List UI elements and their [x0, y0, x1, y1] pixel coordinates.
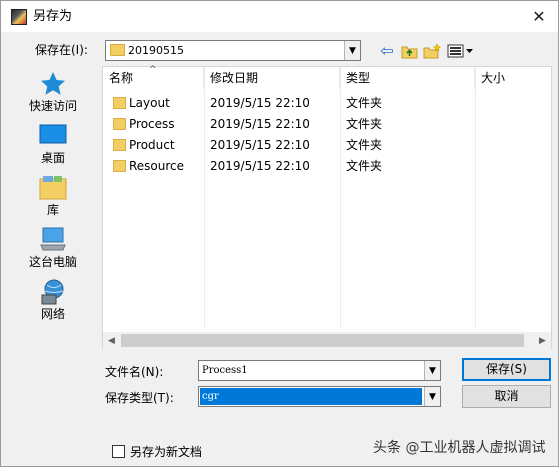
table-row[interactable]: Product 2019/5/15 22:10 文件夹 — [103, 135, 553, 156]
cancel-button[interactable]: 取消 — [462, 385, 551, 408]
place-label: 快速访问 — [28, 99, 77, 113]
up-folder-button[interactable] — [399, 41, 419, 61]
column-header-type[interactable]: 类型 — [340, 67, 475, 89]
place-this-pc[interactable]: 这台电脑 — [21, 223, 85, 273]
table-row[interactable]: Resource 2019/5/15 22:10 文件夹 — [103, 156, 553, 177]
folder-icon — [113, 160, 126, 172]
file-name: Resource — [129, 159, 185, 173]
place-network[interactable]: 网络 — [21, 275, 85, 325]
filename-input[interactable]: Process1 ▼ — [198, 360, 441, 381]
save-button[interactable]: 保存(S) — [462, 358, 551, 381]
filetype-value: cgr — [202, 391, 219, 402]
back-arrow-icon: ⇦ — [380, 41, 394, 60]
scroll-right-icon[interactable]: ▶ — [534, 332, 551, 349]
up-folder-icon — [401, 46, 417, 58]
place-quick-access[interactable]: 快速访问 — [21, 67, 85, 117]
folder-icon — [113, 139, 126, 151]
file-name: Product — [129, 138, 175, 152]
chevron-down-icon[interactable]: ▼ — [424, 387, 440, 406]
scrollbar-thumb[interactable] — [121, 334, 524, 347]
file-type: 文件夹 — [346, 117, 383, 131]
savein-value: 20190515 — [128, 44, 184, 57]
place-desktop[interactable]: 桌面 — [21, 119, 85, 169]
filename-value: Process1 — [202, 365, 248, 376]
file-modified: 2019/5/15 22:10 — [210, 96, 310, 110]
column-label: 类型 — [346, 71, 371, 85]
chevron-down-icon[interactable]: ▼ — [344, 41, 360, 60]
column-label: 名称 — [109, 71, 134, 85]
star-icon — [41, 72, 65, 95]
new-folder-button[interactable] — [422, 41, 442, 61]
file-modified: 2019/5/15 22:10 — [210, 138, 310, 152]
filename-label: 文件名(N): — [105, 365, 164, 379]
column-header-modified[interactable]: 修改日期 — [204, 67, 340, 89]
file-type: 文件夹 — [346, 159, 383, 173]
place-libraries[interactable]: 库 — [21, 171, 85, 221]
column-header-size[interactable]: 大小 — [475, 67, 551, 89]
filetype-select[interactable]: cgr ▼ — [198, 386, 441, 407]
network-icon — [41, 279, 64, 305]
library-icon — [39, 176, 67, 200]
folder-icon — [113, 118, 126, 130]
dialog-title: 另存为 — [33, 9, 73, 24]
computer-icon — [40, 227, 66, 251]
view-menu-button[interactable] — [446, 41, 476, 61]
savein-label: 保存在(I): — [35, 43, 88, 57]
file-type: 文件夹 — [346, 138, 383, 152]
title-bar: 另存为 ✕ — [1, 1, 558, 32]
file-list[interactable]: ^ 名称 修改日期 类型 大小 Layout 2019/5/15 22:10 文… — [102, 65, 553, 349]
save-as-new-label: 另存为新文档 — [130, 445, 203, 459]
scroll-left-icon[interactable]: ◀ — [103, 332, 120, 349]
horizontal-scrollbar[interactable]: ◀ ▶ — [103, 332, 551, 349]
file-name: Layout — [129, 96, 170, 110]
column-header-name[interactable]: ^ 名称 — [103, 65, 204, 89]
filetype-label: 保存类型(T): — [105, 391, 174, 405]
back-button[interactable]: ⇦ — [377, 41, 397, 61]
selection-highlight — [200, 388, 422, 405]
file-name: Process — [129, 117, 175, 131]
close-button[interactable]: ✕ — [526, 4, 552, 28]
close-icon: ✕ — [532, 6, 546, 26]
place-label: 这台电脑 — [28, 255, 77, 269]
app-icon — [11, 9, 27, 25]
desktop-icon — [39, 124, 67, 144]
folder-icon — [113, 97, 126, 109]
savein-dropdown[interactable]: 20190515 ▼ — [105, 40, 361, 61]
column-label: 大小 — [481, 71, 506, 85]
view-grid-icon — [447, 44, 473, 58]
place-label: 库 — [46, 203, 59, 217]
file-modified: 2019/5/15 22:10 — [210, 159, 310, 173]
folder-icon — [110, 44, 125, 56]
file-modified: 2019/5/15 22:10 — [210, 117, 310, 131]
file-type: 文件夹 — [346, 96, 383, 110]
place-label: 桌面 — [40, 151, 65, 165]
save-as-new-checkbox[interactable] — [112, 445, 125, 458]
table-row[interactable]: Layout 2019/5/15 22:10 文件夹 — [103, 93, 553, 114]
place-label: 网络 — [40, 307, 65, 321]
new-folder-icon — [423, 43, 441, 59]
watermark-text: 头条 @工业机器人虚拟调试 — [373, 440, 546, 456]
table-row[interactable]: Process 2019/5/15 22:10 文件夹 — [103, 114, 553, 135]
column-label: 修改日期 — [210, 71, 259, 85]
save-as-dialog: 另存为 ✕ 保存在(I): 20190515 ▼ ⇦ 快速访问 桌面 库 这台电… — [0, 0, 559, 467]
chevron-down-icon[interactable]: ▼ — [424, 361, 440, 380]
sort-up-icon: ^ — [149, 65, 157, 75]
